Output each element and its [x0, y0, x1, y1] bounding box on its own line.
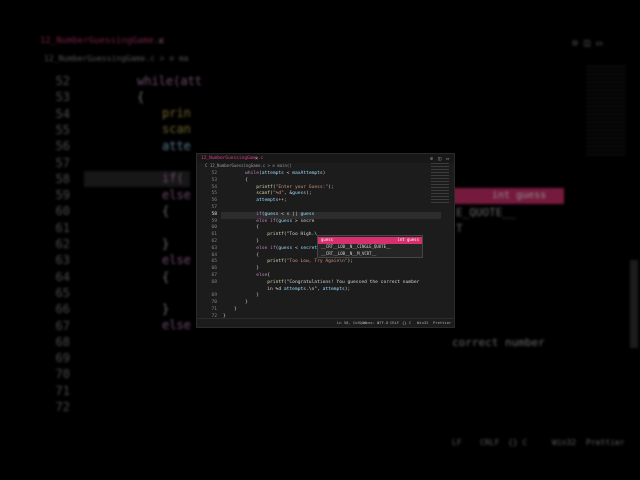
line-ending[interactable]: CRLF	[390, 319, 399, 327]
bg-status-item: CRLF	[480, 438, 500, 447]
line-number: 70	[211, 300, 217, 306]
bg-status-item: Prettier	[586, 438, 625, 447]
bg-line-number: 60	[55, 204, 70, 219]
line-number: 62	[211, 239, 217, 244]
bg-line-number: 67	[55, 318, 70, 333]
bg-code-line: {	[162, 270, 170, 284]
file-tab[interactable]: 12_NumberGuessingGame.c	[201, 155, 263, 163]
line-number: 63	[211, 245, 217, 251]
code-area[interactable]: 52 while(attempts < maxAttempts) 53 {54 p…	[197, 171, 454, 321]
prettier-status[interactable]: Prettier	[433, 319, 451, 327]
bg-tab-label: 12_NumberGuessingGame.c	[40, 36, 165, 46]
code-editor-window: 12_NumberGuessingGame.c × ⊙ ◫ ▭ C 12_Num…	[196, 153, 455, 328]
code-line[interactable]: attempts++;	[223, 198, 286, 205]
bg-code-line: else	[162, 318, 191, 332]
breadcrumb[interactable]: C 12_NumberGuessingGame.c > ⊘ main()	[205, 163, 292, 169]
autocomplete-label: guess	[321, 237, 334, 242]
code-line[interactable]: }	[223, 307, 237, 314]
code-line[interactable]: printf("Too High.\	[223, 232, 317, 239]
bg-status-item: Win32	[552, 438, 577, 447]
bg-minimap	[586, 66, 626, 156]
bg-status-item: LF	[452, 438, 462, 447]
bg-line-number: 69	[55, 351, 70, 366]
bg-line-number: 54	[55, 106, 70, 121]
code-line[interactable]: else{	[223, 273, 270, 280]
bg-toolbar-icons: ⊙ ◫ ▭	[572, 38, 603, 49]
bg-line-number: 68	[55, 334, 70, 349]
bg-code-line: atte	[162, 139, 191, 153]
line-number: 57	[211, 205, 217, 210]
autocomplete-label: __CRT__LOB__N__M_VCRT__	[321, 250, 377, 256]
autocomplete-item[interactable]: __CRT__LOB__N__M_VCRT__	[318, 251, 422, 258]
line-number: 56	[211, 198, 217, 204]
bg-line-number: 71	[55, 383, 70, 398]
bg-right-text: E_QUOTE__	[456, 206, 516, 219]
close-icon[interactable]: ×	[255, 155, 258, 163]
bg-line-number: 52	[55, 74, 70, 88]
bg-close-icon: ✕	[158, 36, 165, 47]
code-line[interactable]: else if(guess < secret)	[223, 246, 320, 253]
bg-scrollbar	[630, 260, 638, 348]
bg-line-number: 59	[55, 188, 70, 203]
bg-code-line: prin	[162, 106, 191, 120]
bg-code-line: scan	[162, 122, 191, 136]
encoding[interactable]: UTF-8	[377, 319, 388, 327]
bg-code-line: }	[162, 237, 170, 251]
bg-line-number: 64	[55, 269, 70, 284]
bg-line-number: 56	[55, 139, 70, 154]
bg-code-line: }	[162, 302, 170, 316]
bg-line-number: 63	[55, 253, 70, 268]
code-line[interactable]: if(guess < s || guess	[223, 212, 314, 219]
platform[interactable]: Win32	[417, 319, 428, 327]
bg-right-text: T	[456, 222, 463, 235]
line-number: 67	[211, 273, 217, 278]
bg-line-number: 62	[55, 237, 70, 251]
bg-line-number: 72	[55, 400, 70, 414]
code-line[interactable]: while(attempts < maxAttempts)	[223, 171, 325, 178]
line-number: 53	[211, 177, 217, 183]
bg-line-number: 58	[55, 171, 70, 186]
line-number: 58	[211, 211, 217, 217]
bg-code-line: {	[137, 90, 145, 104]
bg-code-line: while(att	[137, 74, 203, 88]
line-number: 68	[211, 279, 217, 285]
bg-suggestion-highlight: int guess	[452, 188, 564, 204]
line-number: 61	[211, 232, 217, 238]
code-line[interactable]: {	[223, 178, 248, 185]
bg-code-line: {	[162, 204, 170, 218]
autocomplete-popup[interactable]: guess int guess __CRT__LOB__N__CINGLE_QUOT…	[317, 235, 423, 258]
bg-line-number: 66	[55, 302, 70, 317]
autocomplete-item[interactable]: guess int guess	[318, 237, 422, 244]
autocomplete-label: __CRT__LOB__N__CINGLE_QUOTE__	[321, 243, 391, 249]
code-line[interactable]: }	[223, 300, 248, 307]
bg-line-number: 53	[55, 90, 70, 105]
line-number: 52	[211, 171, 217, 176]
bg-breadcrumb: 12_NumberGuessingGame.c > ⊘ ma	[44, 54, 189, 63]
code-line[interactable]: }	[223, 266, 259, 273]
code-line[interactable]: }	[223, 239, 259, 246]
bg-line-number: 55	[55, 122, 70, 137]
bg-code-line: else	[162, 188, 191, 202]
line-number: 71	[211, 307, 217, 312]
tab-bar: 12_NumberGuessingGame.c × ⊙ ◫ ▭	[197, 154, 454, 163]
language-mode[interactable]: {} C	[402, 319, 411, 327]
bg-line-number: 65	[55, 285, 70, 300]
editor-toolbar-icons[interactable]: ⊙ ◫ ▭	[430, 155, 450, 163]
bg-code-line: else	[162, 253, 191, 267]
bg-suggest-type: int guess	[492, 190, 547, 201]
bg-code-line: if(	[162, 171, 184, 185]
bg-right-text: correct number	[452, 336, 545, 349]
status-bar: Ln 58, Col 26 Spaces: 4 UTF-8 CRLF {} C …	[197, 318, 454, 327]
bg-line-number: 57	[55, 155, 70, 170]
bg-status-item: {} C	[508, 438, 528, 447]
bg-line-number: 70	[55, 367, 70, 382]
code-line[interactable]: printf("Congratulations! You guessed the…	[223, 280, 419, 287]
autocomplete-item[interactable]: __CRT__LOB__N__CINGLE_QUOTE__	[318, 244, 422, 251]
bg-line-number: 61	[55, 220, 70, 235]
line-number: 66	[211, 266, 217, 272]
autocomplete-type: int guess	[397, 237, 419, 242]
